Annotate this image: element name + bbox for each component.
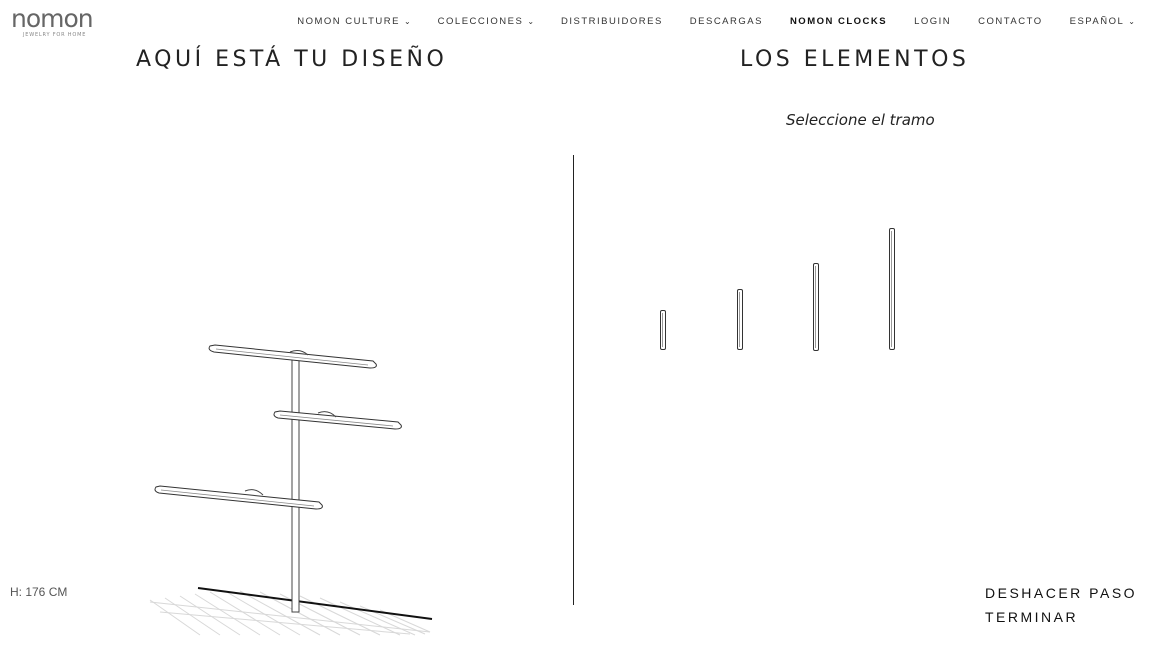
undo-step-button[interactable]: DESHACER PASO [985,585,1137,601]
chevron-down-icon: ⌄ [527,17,535,26]
main-nav: NOMON CULTURE ⌄ COLECCIONES ⌄ DISTRIBUID… [270,16,1135,27]
design-title: AQUÍ ESTÁ TU DISEÑO [136,47,448,72]
chevron-down-icon: ⌄ [403,17,411,26]
nav-item-colecciones[interactable]: COLECCIONES ⌄ [438,16,534,27]
nav-item-contacto[interactable]: CONTACTO [978,16,1042,27]
nav-item-label: DISTRIBUIDORES [561,16,663,27]
design-preview [140,220,450,640]
shelf-illustration [149,344,433,636]
elements-subtitle: Seleccione el tramo [786,111,935,129]
column-divider [573,155,574,605]
floor-line [197,587,433,620]
nav-item-nomon-culture[interactable]: NOMON CULTURE ⌄ [297,16,410,27]
tramo-option-3[interactable] [813,263,819,351]
nav-item-distribuidores[interactable]: DISTRIBUIDORES [561,16,663,27]
nav-item-label: ESPAÑOL [1069,16,1125,27]
chevron-down-icon: ⌄ [1128,17,1135,26]
logo-wordmark: nomon [11,4,94,33]
nav-item-label: COLECCIONES [437,16,524,27]
shelf-pole [291,359,300,613]
height-label: H: 176 CM [10,585,68,599]
finish-button[interactable]: TERMINAR [985,609,1078,625]
nav-item-descargas[interactable]: DESCARGAS [690,16,763,27]
nav-item-label: LOGIN [914,16,952,27]
nav-item-login[interactable]: LOGIN [914,16,951,27]
nav-item-label: NOMON CLOCKS [789,16,888,27]
nav-item-language[interactable]: ESPAÑOL ⌄ [1070,16,1135,27]
tramo-option-4[interactable] [889,228,895,350]
nav-item-nomon-clocks[interactable]: NOMON CLOCKS [790,16,887,27]
nav-item-label: NOMON CULTURE [297,16,400,27]
nav-item-label: DESCARGAS [689,16,763,27]
brand-logo[interactable]: nomon JEWELRY FOR HOME [11,6,101,40]
tramo-option-1[interactable] [660,310,666,350]
tramo-option-2[interactable] [737,289,743,350]
nav-item-label: CONTACTO [978,16,1043,27]
elements-title: LOS ELEMENTOS [740,47,970,72]
